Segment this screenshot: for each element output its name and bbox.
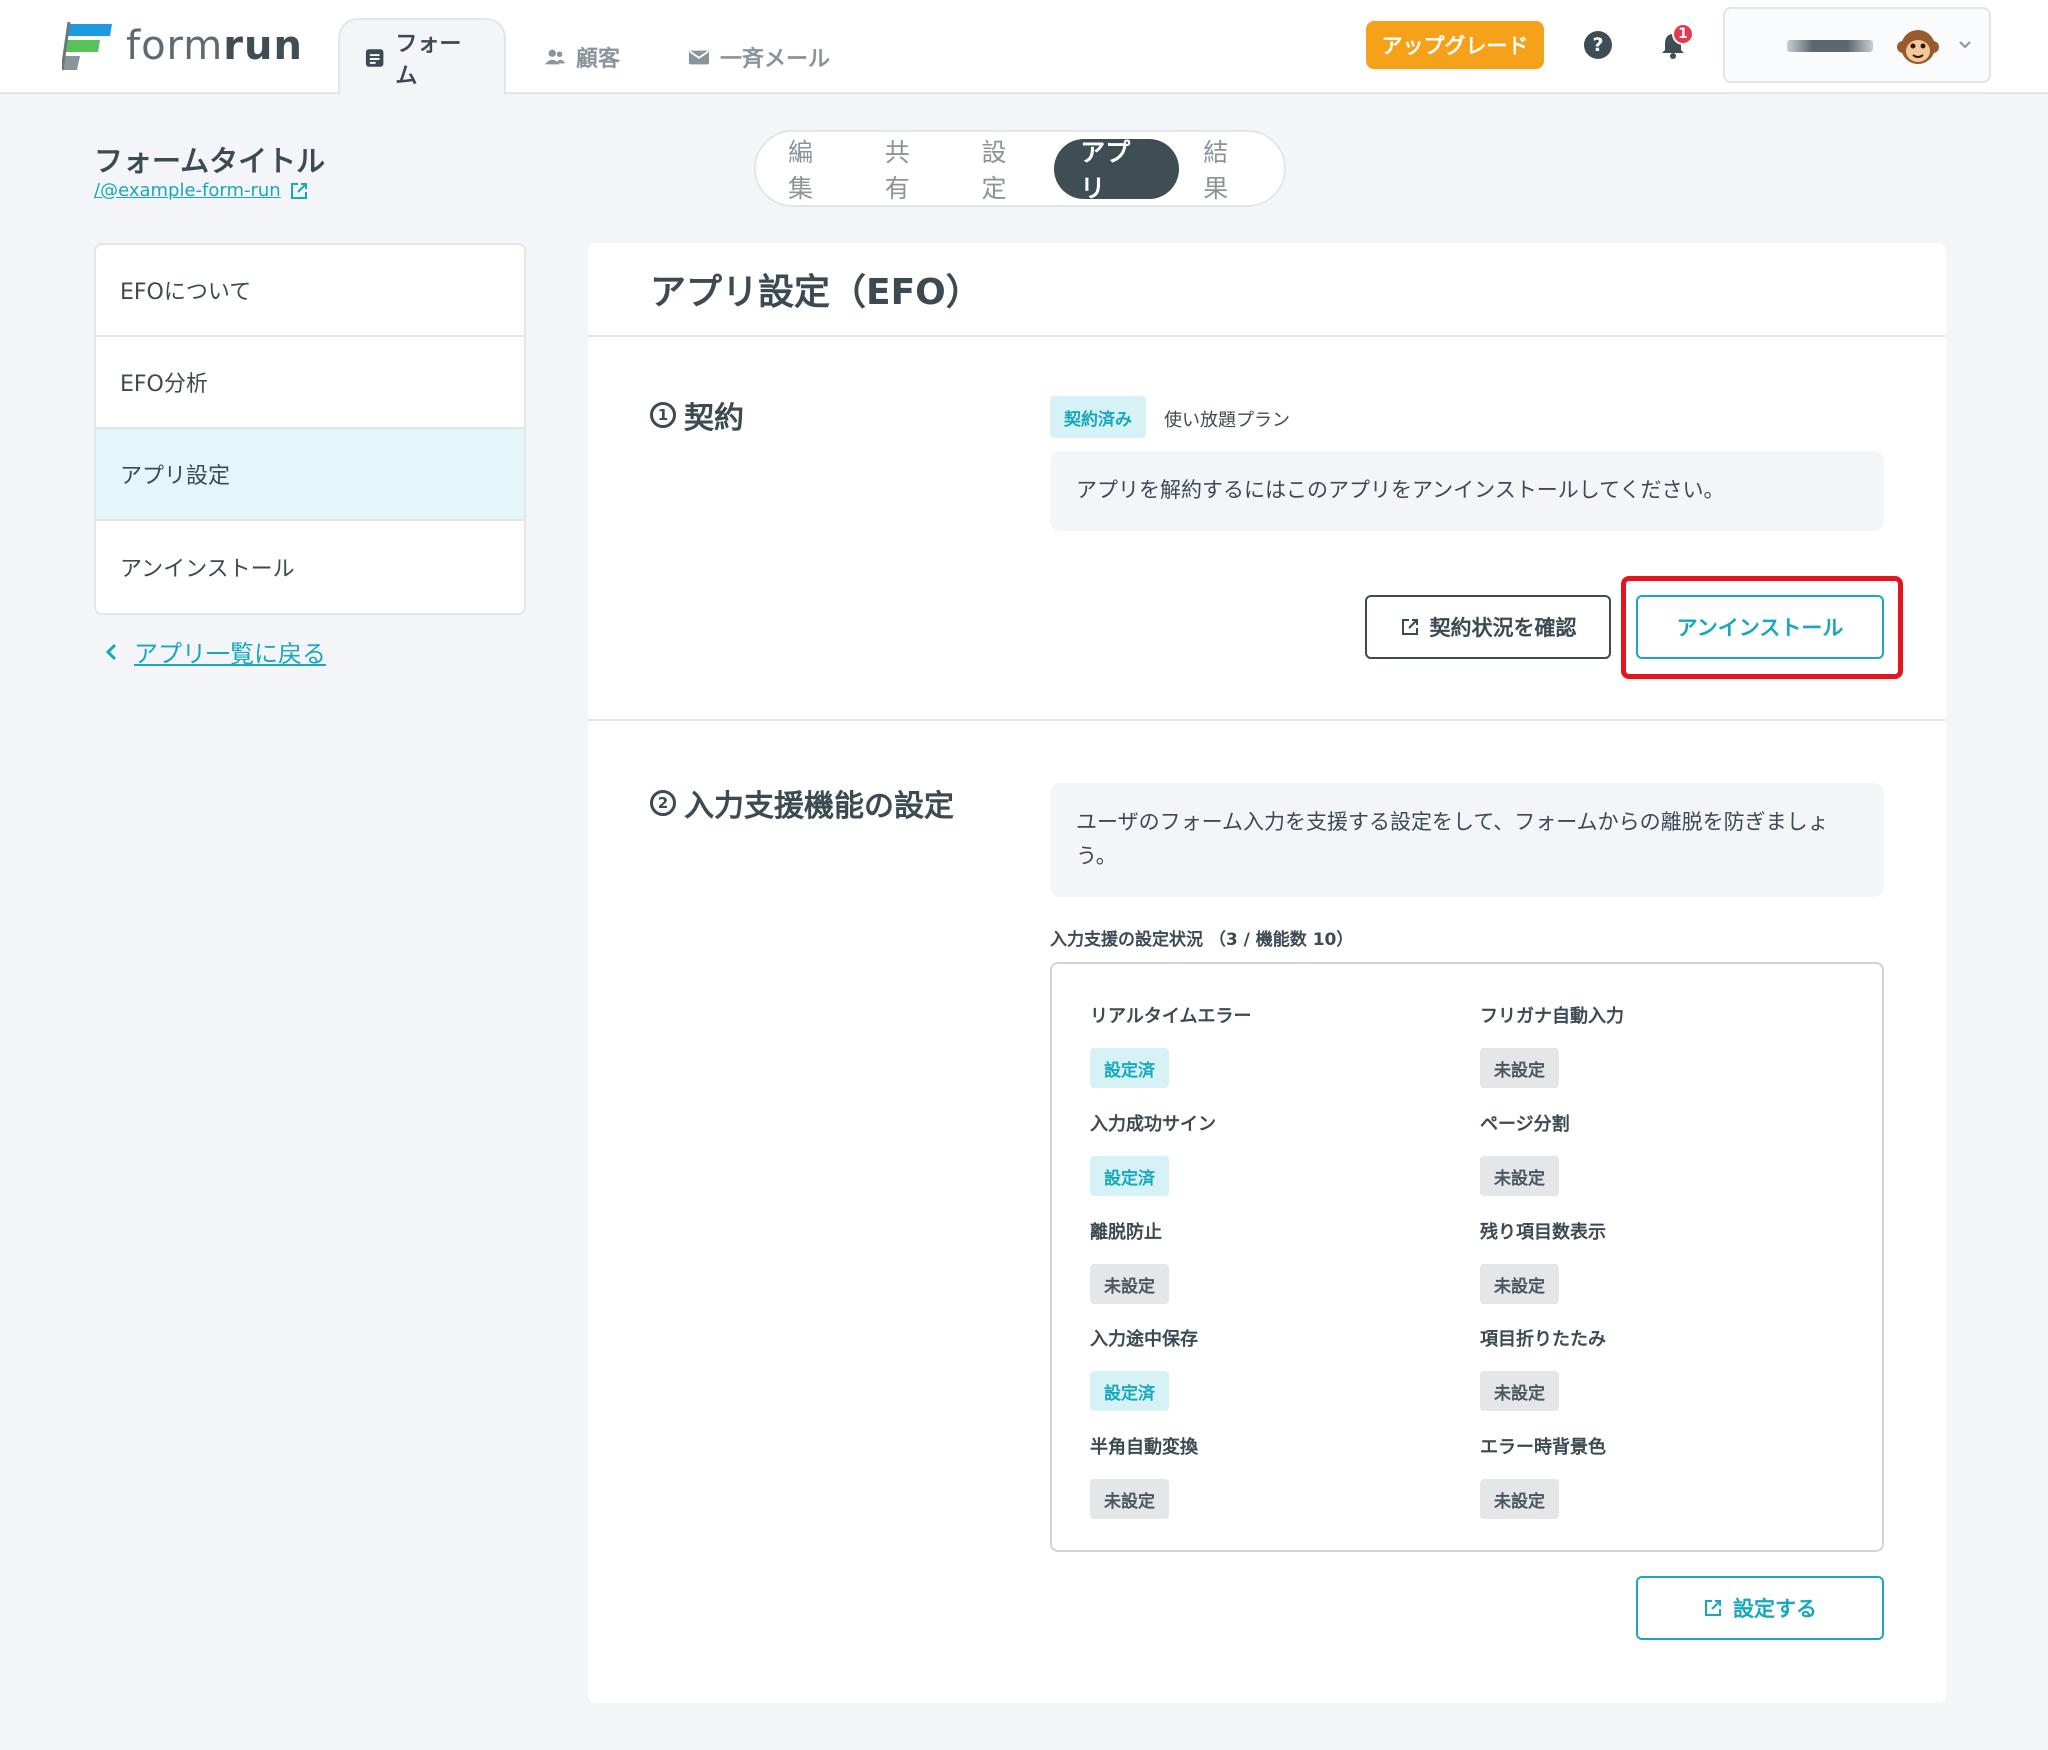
feature-status-badge: 未設定 bbox=[1480, 1264, 1559, 1304]
button-label: 契約状況を確認 bbox=[1429, 617, 1577, 640]
mail-icon bbox=[688, 50, 710, 64]
feature-item: エラー時背景色 未設定 bbox=[1480, 1433, 1820, 1519]
chevron-down-icon bbox=[1959, 41, 1971, 49]
feature-status-badge: 設定済 bbox=[1090, 1156, 1169, 1196]
feature-name: 離脱防止 bbox=[1090, 1222, 1162, 1243]
section-heading-text: 契約 bbox=[684, 401, 744, 436]
tab-share[interactable]: 共有 bbox=[861, 138, 958, 203]
feature-item: 項目折りたたみ 未設定 bbox=[1480, 1325, 1820, 1411]
feature-item: 半角自動変換 未設定 bbox=[1090, 1433, 1430, 1519]
nav-tab-forms[interactable]: フォーム bbox=[338, 18, 506, 95]
sidebar-item-about-efo[interactable]: EFOについて bbox=[96, 245, 524, 337]
contract-status-badge: 契約済み bbox=[1050, 396, 1146, 438]
feature-name: フリガナ自動入力 bbox=[1480, 1006, 1624, 1027]
app-settings-card: アプリ設定（EFO） 1 契約 契約済み 使い放題プラン アプリを解約するにはこ… bbox=[588, 243, 1946, 1703]
step-number-badge: 2 bbox=[650, 790, 676, 816]
external-link-icon bbox=[290, 182, 307, 199]
tab-settings[interactable]: 設定 bbox=[957, 138, 1054, 203]
feature-status-badge: 未設定 bbox=[1090, 1264, 1169, 1304]
feature-name: リアルタイムエラー bbox=[1090, 1006, 1252, 1027]
feature-status-badge: 未設定 bbox=[1090, 1479, 1169, 1519]
feature-item: ページ分割 未設定 bbox=[1480, 1110, 1820, 1196]
section-heading-text: 入力支援機能の設定 bbox=[684, 789, 954, 824]
notification-badge: 1 bbox=[1672, 23, 1694, 45]
feature-name: 入力途中保存 bbox=[1090, 1329, 1198, 1350]
check-contract-button[interactable]: 契約状況を確認 bbox=[1365, 595, 1611, 659]
input-assist-section-heading: 2 入力支援機能の設定 bbox=[650, 781, 954, 825]
feature-status-badge: 未設定 bbox=[1480, 1479, 1559, 1519]
feature-status-badge: 設定済 bbox=[1090, 1048, 1169, 1088]
sidebar-item-uninstall[interactable]: アンインストール bbox=[96, 521, 524, 613]
nav-tab-bulk-mail[interactable]: 一斉メール bbox=[664, 18, 854, 95]
nav-tab-label: 一斉メール bbox=[720, 46, 831, 72]
step-number-badge: 1 bbox=[650, 402, 676, 428]
nav-tab-customers[interactable]: 顧客 bbox=[520, 18, 644, 95]
form-title: フォームタイトル bbox=[94, 144, 326, 178]
configure-button[interactable]: 設定する bbox=[1636, 1576, 1884, 1640]
feature-item: 入力成功サイン 設定済 bbox=[1090, 1110, 1430, 1196]
feature-status-badge: 未設定 bbox=[1480, 1371, 1559, 1411]
account-name-redacted bbox=[1787, 40, 1873, 52]
input-assist-note: ユーザのフォーム入力を支援する設定をして、フォームからの離脱を防ぎましょう。 bbox=[1050, 783, 1884, 897]
form-link-text: /@example-form-run bbox=[94, 180, 281, 201]
uninstall-note: アプリを解約するにはこのアプリをアンインストールしてください。 bbox=[1050, 451, 1884, 531]
feature-item: 入力途中保存 設定済 bbox=[1090, 1325, 1430, 1411]
feature-status-badge: 未設定 bbox=[1480, 1156, 1559, 1196]
contract-section-heading: 1 契約 bbox=[650, 393, 744, 437]
feature-item: リアルタイムエラー 設定済 bbox=[1090, 1002, 1430, 1088]
document-icon bbox=[365, 48, 384, 67]
formrun-logo-icon bbox=[62, 21, 112, 71]
feature-name: 残り項目数表示 bbox=[1480, 1222, 1606, 1243]
external-link-icon bbox=[1401, 619, 1418, 635]
feature-name: 入力成功サイン bbox=[1090, 1114, 1216, 1135]
upgrade-button[interactable]: アップグレード bbox=[1366, 21, 1544, 69]
button-label: 設定する bbox=[1733, 1598, 1817, 1621]
feature-status-badge: 未設定 bbox=[1480, 1048, 1559, 1088]
plan-name: 使い放題プラン bbox=[1164, 410, 1290, 431]
feature-item: 残り項目数表示 未設定 bbox=[1480, 1218, 1820, 1304]
nav-tab-label: 顧客 bbox=[576, 46, 621, 72]
chevron-left-icon bbox=[105, 643, 117, 660]
divider bbox=[588, 335, 1946, 337]
back-to-app-list-link[interactable]: アプリ一覧に戻る bbox=[104, 634, 326, 669]
logo-wordmark: formrun bbox=[126, 23, 303, 69]
feature-name: 半角自動変換 bbox=[1090, 1437, 1198, 1458]
feature-item: 離脱防止 未設定 bbox=[1090, 1218, 1430, 1304]
monkey-avatar-icon bbox=[1897, 30, 1939, 64]
external-link-icon bbox=[1705, 1600, 1721, 1616]
divider bbox=[588, 719, 1946, 721]
feature-name: エラー時背景色 bbox=[1480, 1437, 1606, 1458]
form-public-link[interactable]: /@example-form-run bbox=[94, 180, 309, 201]
tab-results[interactable]: 結果 bbox=[1179, 138, 1276, 203]
tab-apps[interactable]: アプリ bbox=[1054, 138, 1180, 203]
highlight-box bbox=[1621, 576, 1903, 679]
back-link-label: アプリ一覧に戻る bbox=[134, 640, 326, 668]
help-icon[interactable]: ? bbox=[1584, 31, 1612, 59]
tab-edit[interactable]: 編集 bbox=[764, 138, 861, 203]
formrun-logo[interactable]: formrun bbox=[62, 20, 303, 72]
feature-name: ページ分割 bbox=[1480, 1114, 1570, 1135]
page-title: アプリ設定（EFO） bbox=[650, 272, 982, 313]
sidebar-item-app-settings[interactable]: アプリ設定 bbox=[96, 429, 524, 521]
form-section-tabs: 編集 共有 設定 アプリ 結果 bbox=[754, 130, 1286, 207]
feature-name: 項目折りたたみ bbox=[1480, 1329, 1606, 1350]
users-icon bbox=[544, 49, 566, 64]
settings-status-caption: 入力支援の設定状況 （3 / 機能数 10） bbox=[1050, 930, 1354, 950]
account-menu[interactable] bbox=[1723, 7, 1991, 83]
feature-status-panel: リアルタイムエラー 設定済 フリガナ自動入力 未設定 入力成功サイン 設定済 ペ… bbox=[1050, 962, 1884, 1552]
top-navigation-bar: formrun フォーム 顧客 一斉メール アップグレード ? 1 bbox=[0, 0, 2048, 95]
app-sidebar: EFOについて EFO分析 アプリ設定 アンインストール bbox=[94, 243, 526, 615]
feature-status-badge: 設定済 bbox=[1090, 1371, 1169, 1411]
sidebar-item-efo-analysis[interactable]: EFO分析 bbox=[96, 337, 524, 429]
nav-tab-label: フォーム bbox=[395, 31, 462, 89]
feature-item: フリガナ自動入力 未設定 bbox=[1480, 1002, 1820, 1088]
